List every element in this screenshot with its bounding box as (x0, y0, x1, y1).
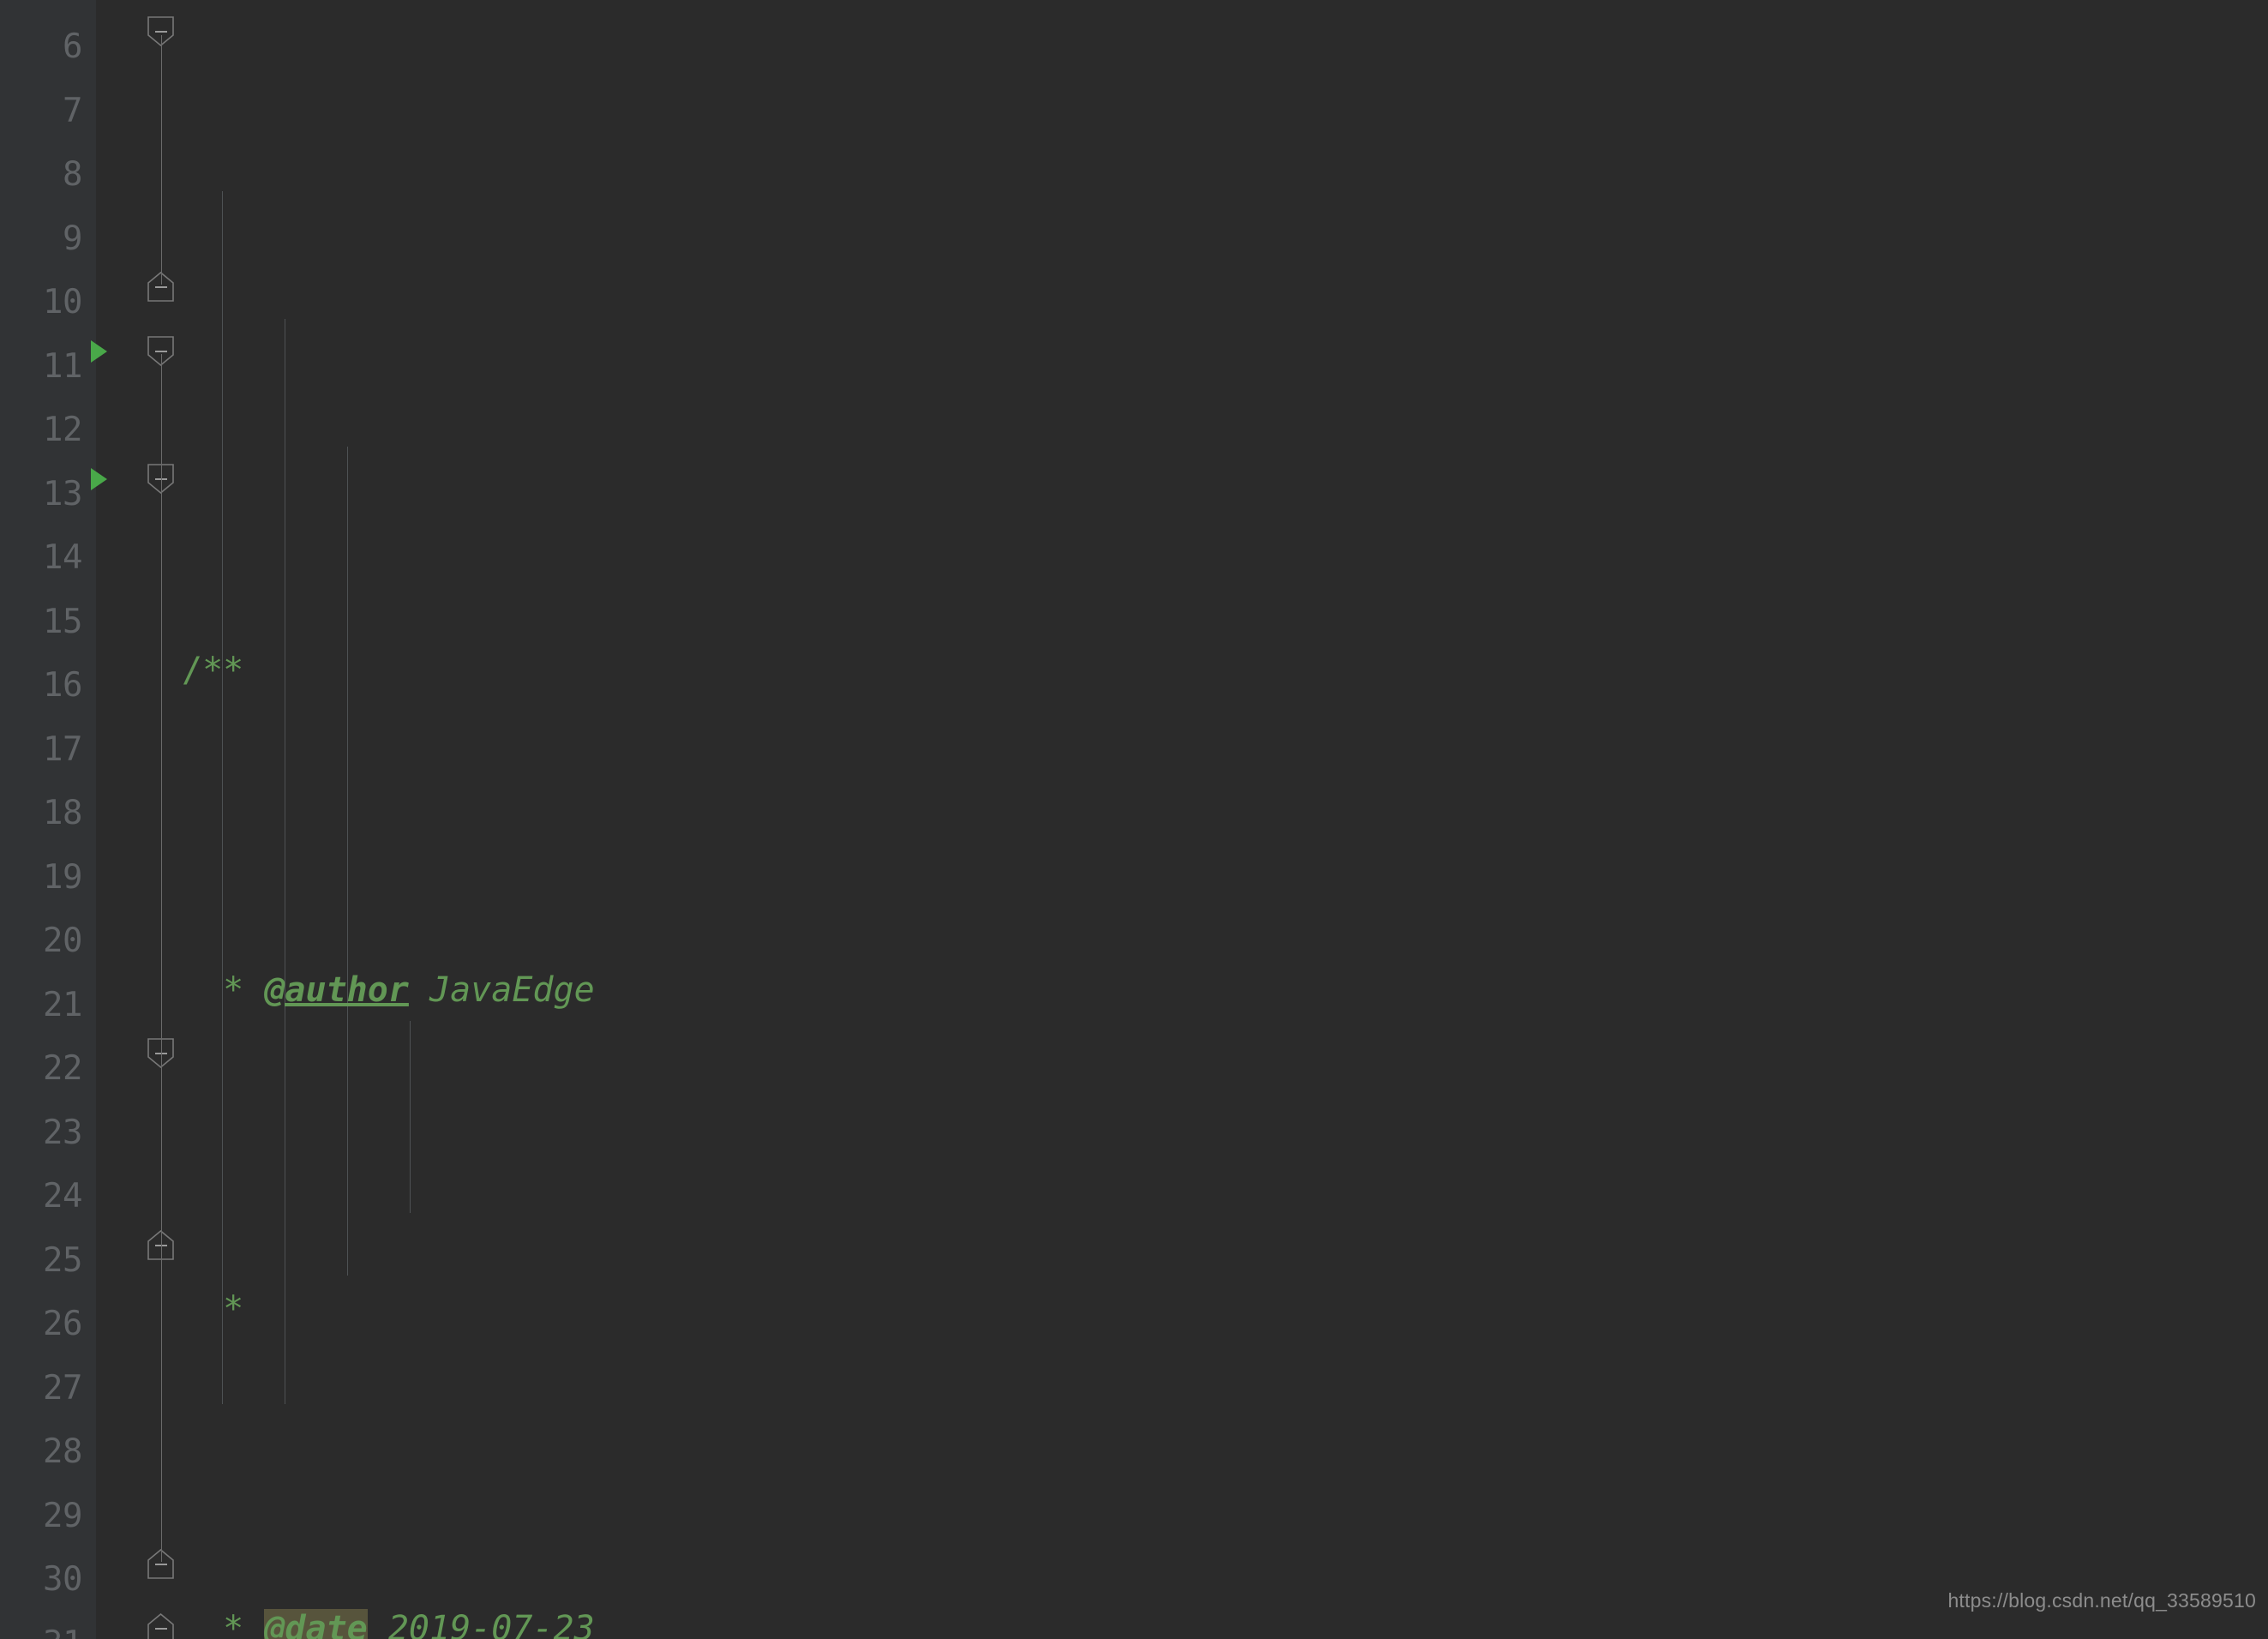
line-number-29: 29 (43, 1496, 82, 1535)
indent-guide-3 (347, 447, 348, 1276)
doc-star: * (182, 1608, 265, 1639)
line-number-7: 7 (63, 91, 82, 130)
doc-star: * (182, 970, 265, 1010)
line-number-28: 28 (43, 1432, 82, 1471)
code-line-8[interactable]: * (182, 1277, 2268, 1342)
line-number-27: 27 (43, 1368, 82, 1408)
run-gutter-icon-line-13[interactable] (91, 467, 107, 490)
line-number-31: 31 (0, 1612, 82, 1639)
line-number-12: 12 (43, 411, 82, 449)
watermark-url: https://blog.csdn.net/qq_33589510 (1947, 1588, 2256, 1612)
line-number-9: 9 (63, 219, 82, 258)
line-number-22: 22 (43, 1049, 82, 1088)
code-line-6[interactable]: /** (182, 639, 2268, 703)
editor-gutter[interactable]: 6 7 8 9 10 11 12 13 14 15 16 17 18 19 20 21 22 23 24 25 26 27… (0, 0, 174, 1639)
line-number-8: 8 (63, 155, 82, 194)
line-number-6: 6 (63, 27, 82, 66)
doc-date-value: 2019-07-23 (367, 1608, 595, 1639)
line-number-18: 18 (43, 794, 82, 832)
doc-comment-open: /** (182, 651, 244, 690)
indent-guide-1 (222, 191, 223, 1404)
line-number-21: 21 (43, 985, 82, 1024)
doc-tag-date: @date (264, 1608, 368, 1639)
line-number-11: 11 (43, 346, 82, 386)
code-content[interactable]: /** * @author JavaEdge * * @date 2019-07… (159, 0, 2268, 1639)
line-number-16: 16 (43, 666, 82, 705)
code-editor[interactable]: 6 7 8 9 10 11 12 13 14 15 16 17 18 19 20 21 22 23 24 25 26 27… (0, 0, 2268, 1639)
doc-author-value: JavaEdge (408, 970, 595, 1010)
line-number-20: 20 (43, 922, 82, 960)
doc-tag-author: @author (264, 970, 409, 1010)
line-number-15: 15 (43, 602, 82, 641)
line-number-13: 13 (43, 474, 82, 513)
line-number-19: 19 (43, 857, 82, 897)
code-line-7[interactable]: * @author JavaEdge (182, 958, 2268, 1023)
gutter-fold-strip (96, 0, 159, 1639)
line-number-23: 23 (43, 1113, 82, 1152)
line-number-24: 24 (43, 1177, 82, 1216)
line-number-30: 30 (43, 1560, 82, 1599)
indent-guide-4 (410, 1021, 411, 1213)
line-number-25: 25 (43, 1240, 82, 1280)
line-number-26: 26 (43, 1305, 82, 1343)
line-number-14: 14 (43, 538, 82, 577)
line-number-10: 10 (43, 283, 82, 321)
doc-star: * (182, 1289, 244, 1329)
run-gutter-icon-line-11[interactable] (91, 339, 107, 363)
line-number-17: 17 (43, 729, 82, 769)
